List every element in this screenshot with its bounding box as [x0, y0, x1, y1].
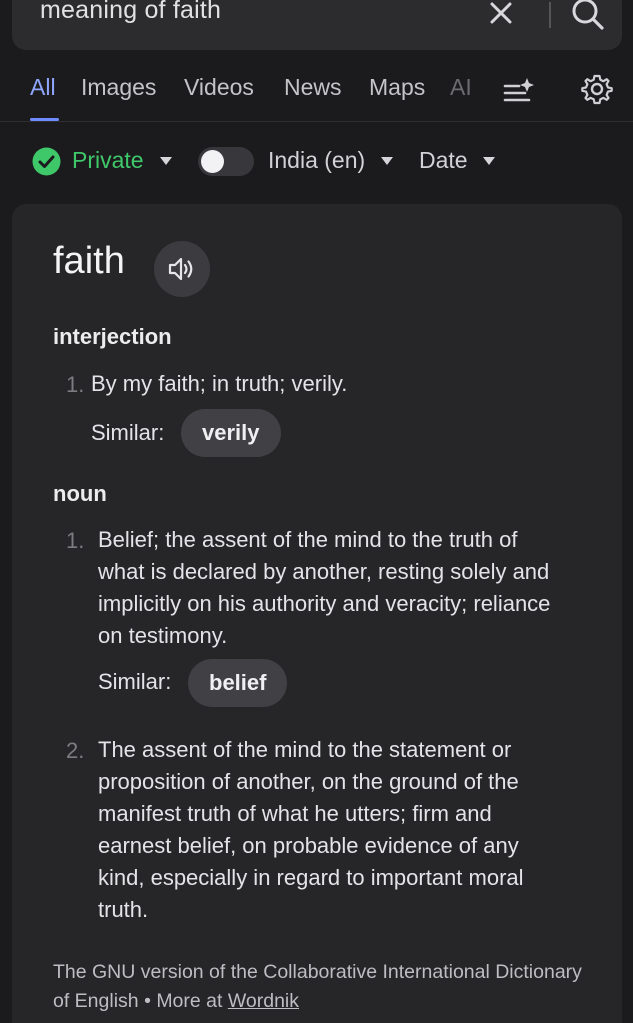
part-of-speech-interjection: interjection [53, 324, 172, 349]
definition-card: faith interjection 1. By my faith; in tr… [12, 204, 622, 1023]
definition-number: 1. [66, 372, 85, 397]
tab-videos[interactable]: Videos [184, 74, 254, 101]
search-input[interactable]: meaning of faith [40, 0, 221, 25]
date-dropdown[interactable]: Date [419, 147, 468, 174]
search-icon[interactable] [570, 0, 606, 32]
tab-ai[interactable]: AI [450, 74, 472, 101]
more-at-label: More at [156, 990, 223, 1012]
private-mode-dropdown[interactable]: Private [72, 147, 144, 174]
definition-source: The GNU version of the Collaborative Int… [53, 958, 593, 1016]
tab-all[interactable]: All [30, 74, 56, 101]
speaker-icon [168, 257, 193, 281]
chevron-down-icon [483, 157, 495, 165]
definition-word: faith [53, 240, 125, 282]
definition-text: The assent of the mind to the statement … [98, 737, 524, 922]
gear-icon[interactable] [581, 73, 613, 105]
definition-number: 2. [66, 738, 85, 763]
check-circle-icon [32, 147, 61, 176]
pronounce-button[interactable] [154, 241, 210, 297]
search-tabs: All Images Videos News Maps AI [0, 60, 633, 122]
definition-text: By my faith; in truth; verily. [91, 371, 348, 396]
similar-label: Similar: [91, 420, 165, 445]
part-of-speech-noun: noun [53, 481, 107, 506]
tab-maps[interactable]: Maps [369, 74, 425, 101]
definition-text: Belief; the assent of the mind to the tr… [98, 527, 551, 648]
close-icon[interactable] [488, 0, 514, 26]
filter-bar: Private India (en) Date [0, 140, 633, 184]
active-tab-indicator [30, 118, 59, 121]
definition-number: 1. [66, 528, 85, 553]
wordnik-link[interactable]: Wordnik [228, 990, 299, 1012]
ai-assistant-icon[interactable] [503, 76, 535, 106]
toggle-knob [201, 150, 224, 173]
source-text: The GNU version of the Collaborative Int… [53, 961, 582, 1012]
search-bar[interactable]: meaning of faith [12, 0, 622, 50]
chevron-down-icon [381, 157, 393, 165]
similar-word-chip[interactable]: belief [188, 659, 288, 707]
tab-images[interactable]: Images [81, 74, 156, 101]
tab-news[interactable]: News [284, 74, 342, 101]
separator-dot: • [144, 990, 157, 1012]
similar-word-chip[interactable]: verily [181, 409, 281, 457]
search-divider [549, 2, 551, 28]
region-toggle[interactable] [198, 147, 254, 176]
chevron-down-icon [160, 157, 172, 165]
region-dropdown[interactable]: India (en) [268, 147, 365, 174]
similar-label: Similar: [98, 669, 172, 694]
